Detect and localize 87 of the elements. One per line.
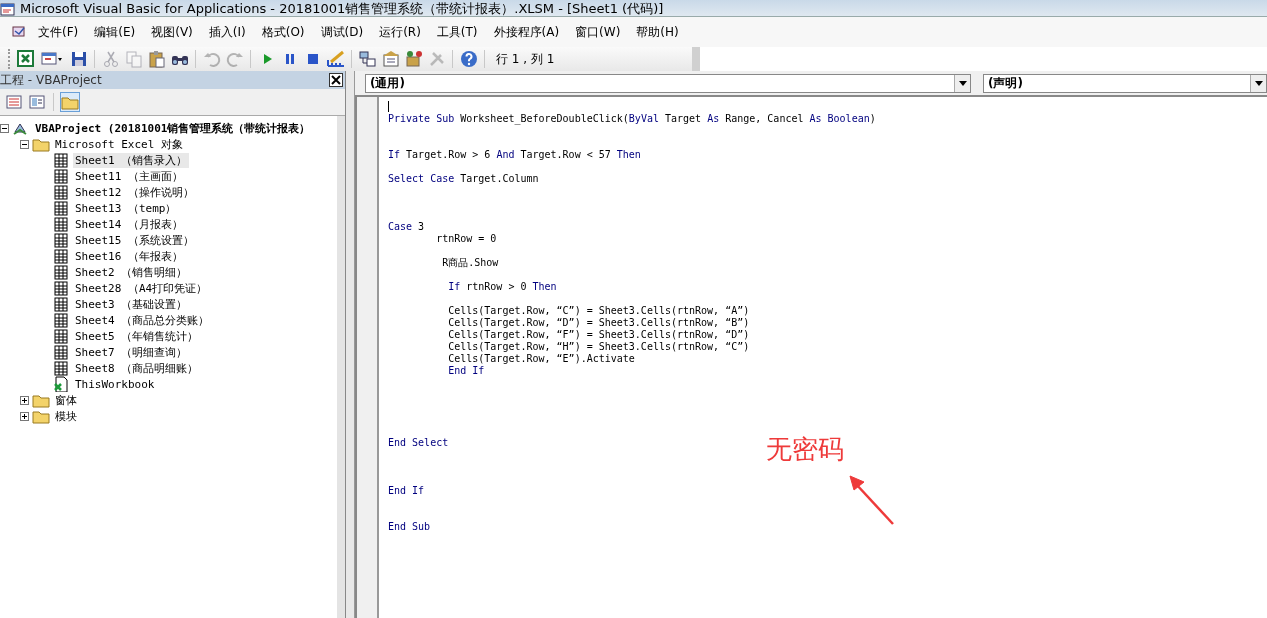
code-line: Cells(Target.Row, “H”) = Sheet3.Cells(rtnRow, “C”): [447, 341, 750, 353]
menu-item[interactable]: 外接程序(A): [487, 21, 566, 43]
tree-item[interactable]: Sheet14 （月报表）: [73, 216, 185, 232]
dropdown-arrow-icon[interactable]: [1254, 80, 1263, 86]
folder-icon: [32, 136, 50, 152]
sheet-icon: [52, 184, 70, 200]
sheet-icon: [52, 280, 70, 296]
code-line: End If: [447, 365, 485, 377]
menu-item[interactable]: 编辑(E): [88, 21, 142, 43]
menu-item[interactable]: 格式(O): [255, 21, 311, 43]
paste-icon[interactable]: [146, 48, 167, 70]
tree-item[interactable]: Sheet15 （系统设置）: [73, 232, 196, 248]
sheet-icon: [52, 152, 70, 168]
collapse-icon[interactable]: [0, 123, 9, 133]
pane-title: 工程 - VBAProject: [0, 71, 102, 89]
sheet-icon: [52, 328, 70, 344]
menu-item[interactable]: 工具(T): [430, 21, 484, 43]
code-line: R商品.Show: [441, 257, 499, 269]
tree-item[interactable]: Sheet12 （操作说明）: [73, 184, 196, 200]
sheet-icon: [52, 200, 70, 216]
properties-icon[interactable]: [380, 48, 401, 70]
code-line: Cells(Target.Row, “F”) = Sheet3.Cells(rtnRow, “D”): [447, 329, 750, 341]
sheet-icon: [52, 296, 70, 312]
code-line: Cells(Target.Row, “C”) = Sheet3.Cells(rtnRow, “A”): [447, 305, 750, 317]
tree-item[interactable]: ThisWorkbook: [73, 376, 157, 392]
menu-item[interactable]: 插入(I): [202, 21, 252, 43]
menu-item[interactable]: 视图(V): [145, 21, 199, 43]
code-line: Select Case Target.Column: [388, 173, 539, 185]
sheet-icon: [52, 216, 70, 232]
code-line: Case 3: [388, 221, 425, 233]
help-icon[interactable]: [458, 48, 479, 70]
sheet-icon: [52, 264, 70, 280]
sheet-icon: [52, 248, 70, 264]
code-line: If rtnRow > 0 Then: [447, 281, 557, 293]
tree-item[interactable]: Sheet7 （明细查询）: [73, 344, 190, 360]
code-line: If Target.Row > 6 And Target.Row < 57 Then: [388, 149, 641, 161]
sheet-icon: [52, 312, 70, 328]
menu-item[interactable]: 帮助(H): [630, 21, 685, 43]
tree-item[interactable]: VBAProject (20181001销售管理系统（带统计报表）: [33, 120, 313, 136]
tree-item[interactable]: Microsoft Excel 对象: [53, 136, 185, 152]
spreadsheet-icon[interactable]: [15, 48, 36, 70]
view-object-icon[interactable]: [27, 92, 47, 112]
tree-item[interactable]: Sheet11 （主画面）: [73, 168, 185, 184]
sheet-icon: [52, 232, 70, 248]
window-title: Microsoft Visual Basic for Applications - 20181001销售管理系统（带统计报表）.XLSM - [Sheet1 (代码)]: [20, 1, 664, 16]
sheet-icon: [52, 168, 70, 184]
folder-icon: [32, 408, 50, 424]
annotation-text: 无密码: [766, 433, 844, 466]
menu-item[interactable]: 调试(D): [314, 21, 370, 43]
workbook-icon: [52, 376, 70, 392]
code-line: End Sub: [388, 521, 431, 533]
tree-item[interactable]: 模块: [53, 408, 79, 424]
tree-item[interactable]: Sheet16 （年报表）: [73, 248, 185, 264]
procedure-dropdown[interactable]: (声明): [983, 73, 1267, 93]
tree-item[interactable]: Sheet5 （年销售统计）: [73, 328, 201, 344]
sheet-icon: [52, 344, 70, 360]
tree-item[interactable]: Sheet1 （销售录入）: [73, 152, 190, 168]
code-line: Cells(Target.Row, “D”) = Sheet3.Cells(rtnRow, “B”): [447, 317, 750, 329]
expand-icon[interactable]: [20, 411, 29, 421]
sheet-icon: [52, 360, 70, 376]
menu-item[interactable]: 运行(R): [373, 21, 427, 43]
tree-item[interactable]: Sheet8 （商品明细账）: [73, 360, 201, 376]
object-dropdown[interactable]: (通用): [365, 73, 971, 93]
object-browser-icon[interactable]: [403, 48, 424, 70]
cursor-position: 行 1 , 列 1: [496, 50, 555, 68]
tree-item[interactable]: Sheet4 （商品总分类账）: [73, 312, 212, 328]
close-button[interactable]: [329, 73, 343, 87]
menu-item[interactable]: 窗口(W): [569, 21, 627, 43]
expand-icon[interactable]: [20, 395, 29, 405]
code-line: End If: [388, 485, 425, 497]
folder-icon: [32, 392, 50, 408]
code-line: Cells(Target.Row, “E”).Activate: [447, 353, 635, 365]
menu-item[interactable]: 文件(F): [32, 21, 85, 43]
code-line: Private Sub Worksheet_BeforeDoubleClick(ByVal Target As Range, Cancel As Boolean): [388, 113, 876, 125]
dropdown-arrow-icon[interactable]: [958, 80, 967, 86]
collapse-icon[interactable]: [20, 139, 29, 149]
tree-item[interactable]: Sheet13 （temp）: [73, 200, 179, 216]
project-explorer-icon[interactable]: [357, 48, 378, 70]
ruler-pencil-icon[interactable]: [325, 48, 346, 70]
code-line: rtnRow = 0: [435, 233, 497, 245]
text-cursor: [388, 101, 389, 112]
tree-item[interactable]: Sheet2 （销售明细）: [73, 264, 190, 280]
tree-item[interactable]: 窗体: [53, 392, 79, 408]
code-line: End Select: [388, 437, 449, 449]
annotation-arrow: [848, 474, 896, 526]
tree-item[interactable]: Sheet3 （基础设置）: [73, 296, 190, 312]
tree-item[interactable]: Sheet28 （A4打印凭证）: [73, 280, 210, 296]
